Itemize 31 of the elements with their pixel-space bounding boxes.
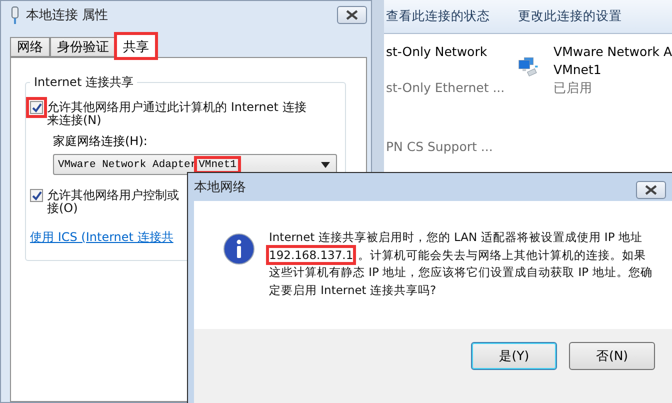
- adapter-status: 已启用: [554, 80, 594, 97]
- group-title: Internet 连接共享: [33, 74, 134, 91]
- network-cable-icon: [10, 6, 20, 24]
- adapter-network: VMnet1: [554, 62, 602, 79]
- close-icon: [644, 185, 658, 195]
- tab[interactable]: 身份验证: [50, 37, 116, 57]
- checkbox[interactable]: [26, 97, 47, 118]
- check-icon: [32, 190, 42, 200]
- close-icon: [345, 10, 359, 20]
- home-network-dropdown[interactable]: VMware Network Adapter VMnet1: [53, 154, 337, 175]
- field-label: 家庭网络连接(H):: [53, 133, 148, 150]
- close-button[interactable]: [636, 181, 666, 199]
- message-text: Internet 连接共享被启用时，您的 LAN 适配器将被设置成使用 IP 地址 192.168.137.1 。计算机可能会失去与网络上其他计算机的连接。如果这些计算机有静态 IP 地址，您应该将它们设置成自动获取 IP 地址。您确定要启用 Internet 连接共享吗?: [269, 229, 658, 329]
- check-icon: [32, 102, 42, 112]
- dialog-title: 本地网络: [194, 179, 246, 196]
- connection-detail: st-Only Ethernet ...: [386, 80, 504, 95]
- window-title: 本地连接 属性: [26, 7, 108, 24]
- dialog-button[interactable]: 否(N): [569, 342, 655, 370]
- dropdown-arrow-icon: [321, 162, 330, 168]
- toolbar-command[interactable]: 更改此连接的设置: [518, 8, 622, 25]
- info-icon: [223, 233, 255, 265]
- toolbar-command[interactable]: 查看此连接的状态: [386, 8, 490, 25]
- tab[interactable]: 共享: [116, 34, 156, 58]
- connection-name: st-Only Network: [386, 44, 488, 61]
- close-button[interactable]: [337, 6, 367, 24]
- connection-name: PN CS Support ...: [386, 139, 494, 154]
- checkbox-label: 允许其他网络用户通过此计算机的 Internet 连接来连接(N): [47, 101, 308, 127]
- checkbox-label: 允许其他网络用户控制或 接(O): [47, 189, 179, 215]
- adapter-name: VMware Network A: [554, 44, 672, 61]
- dialog-button[interactable]: 是(Y): [471, 342, 557, 370]
- tab[interactable]: 网络: [10, 37, 50, 57]
